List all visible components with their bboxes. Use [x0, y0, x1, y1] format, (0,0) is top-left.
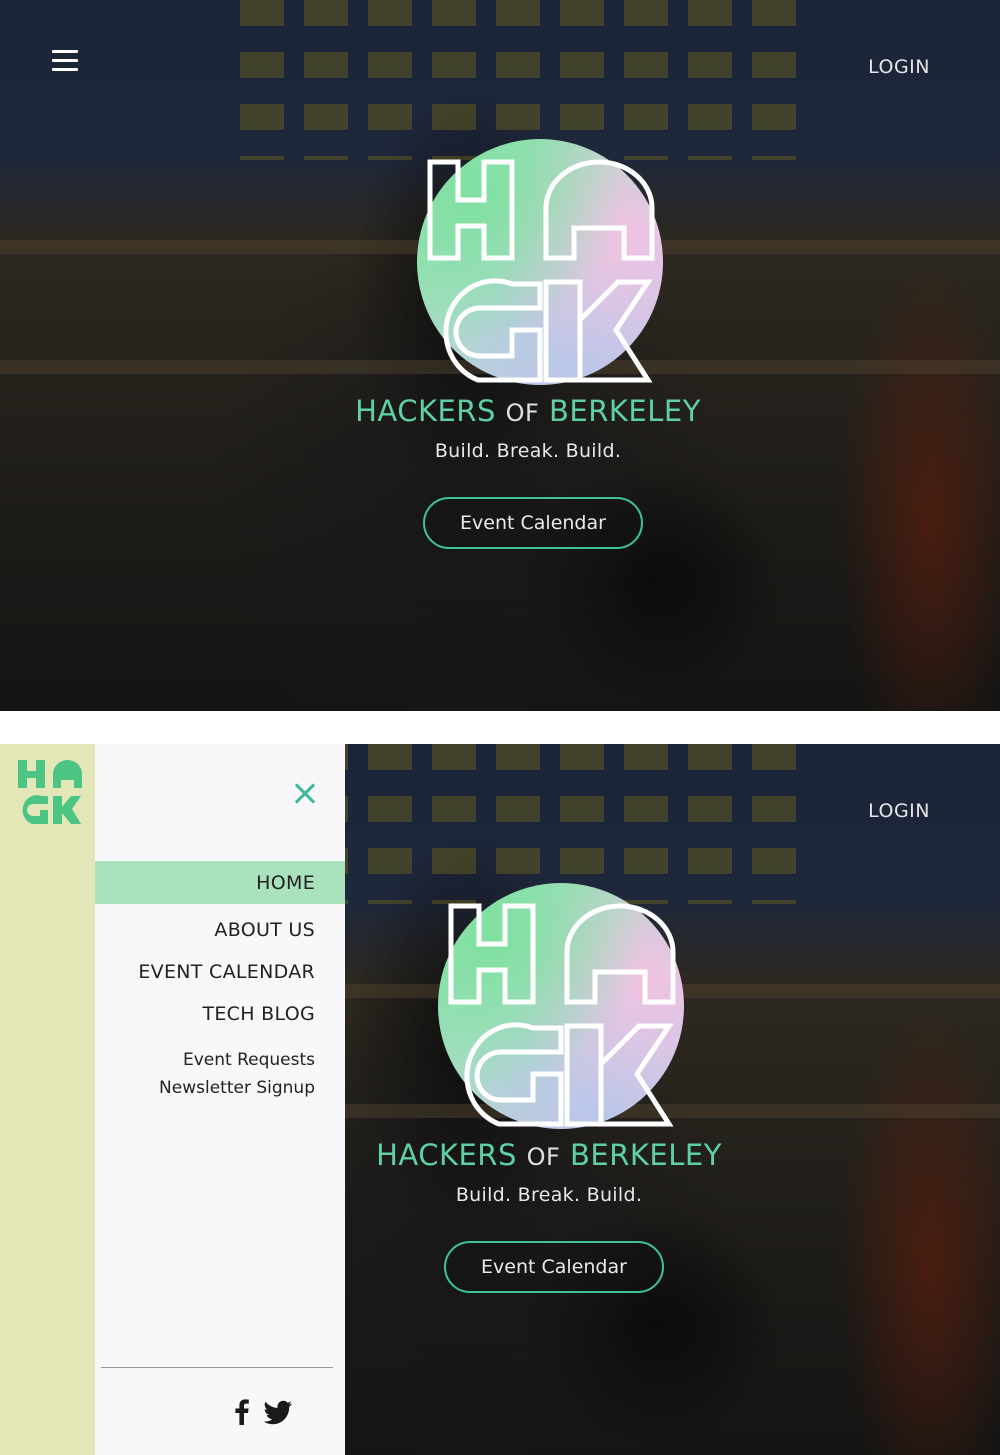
nav-item-about-us[interactable]: ABOUT US: [95, 919, 345, 941]
nav-item-event-calendar[interactable]: EVENT CALENDAR: [95, 961, 345, 983]
menu-icon[interactable]: [52, 50, 78, 72]
close-icon[interactable]: [293, 782, 317, 806]
event-calendar-button[interactable]: Event Calendar: [444, 1241, 664, 1293]
tagline: Build. Break. Build.: [434, 440, 622, 462]
twitter-icon[interactable]: [261, 1395, 295, 1429]
hero-content: HACKERS OF BERKELEY Build. Break. Build.…: [349, 744, 749, 1304]
brand-title: HACKERS OF BERKELEY: [349, 1138, 749, 1172]
nav-item-tech-blog[interactable]: TECH BLOG: [95, 1003, 345, 1025]
hack-logo-icon[interactable]: [18, 760, 82, 824]
nav-drawer: HOME ABOUT US EVENT CALENDAR TECH BLOG E…: [95, 744, 345, 1455]
event-calendar-button[interactable]: Event Calendar: [423, 497, 643, 549]
hack-logo-letters: [427, 159, 655, 383]
menu-open-screen: LOGIN HACKERS OF BERKELEY Build. Break. …: [0, 744, 1000, 1455]
login-link[interactable]: LOGIN: [868, 800, 930, 822]
sidebar-rail: [0, 744, 95, 1455]
brand-title-word-berkeley: BERKELEY: [549, 394, 701, 428]
brand-title-word-berkeley: BERKELEY: [570, 1138, 722, 1172]
brand-title-word-of: OF: [526, 1143, 561, 1171]
hack-logo-letters: [448, 903, 676, 1127]
hero-region: LOGIN HACKERS OF BERKELEY Build. Break. …: [345, 744, 1000, 1455]
drawer-divider: [101, 1367, 333, 1368]
tagline: Build. Break. Build.: [455, 1184, 643, 1206]
brand-title: HACKERS OF BERKELEY: [328, 394, 728, 428]
nav-subitem-newsletter-signup[interactable]: Newsletter Signup: [95, 1078, 345, 1098]
brand-title-word-hackers: HACKERS: [376, 1138, 517, 1172]
hero-content: HACKERS OF BERKELEY Build. Break. Build.…: [328, 0, 728, 560]
nav-subitem-event-requests[interactable]: Event Requests: [95, 1050, 345, 1070]
brand-title-word-hackers: HACKERS: [355, 394, 496, 428]
facebook-icon[interactable]: [225, 1395, 259, 1429]
landing-screen: LOGIN HACKERS OF BERKELEY Build. Break. …: [0, 0, 1000, 711]
login-link[interactable]: LOGIN: [868, 56, 930, 78]
brand-title-word-of: OF: [505, 399, 540, 427]
nav-item-home[interactable]: HOME: [95, 861, 345, 904]
